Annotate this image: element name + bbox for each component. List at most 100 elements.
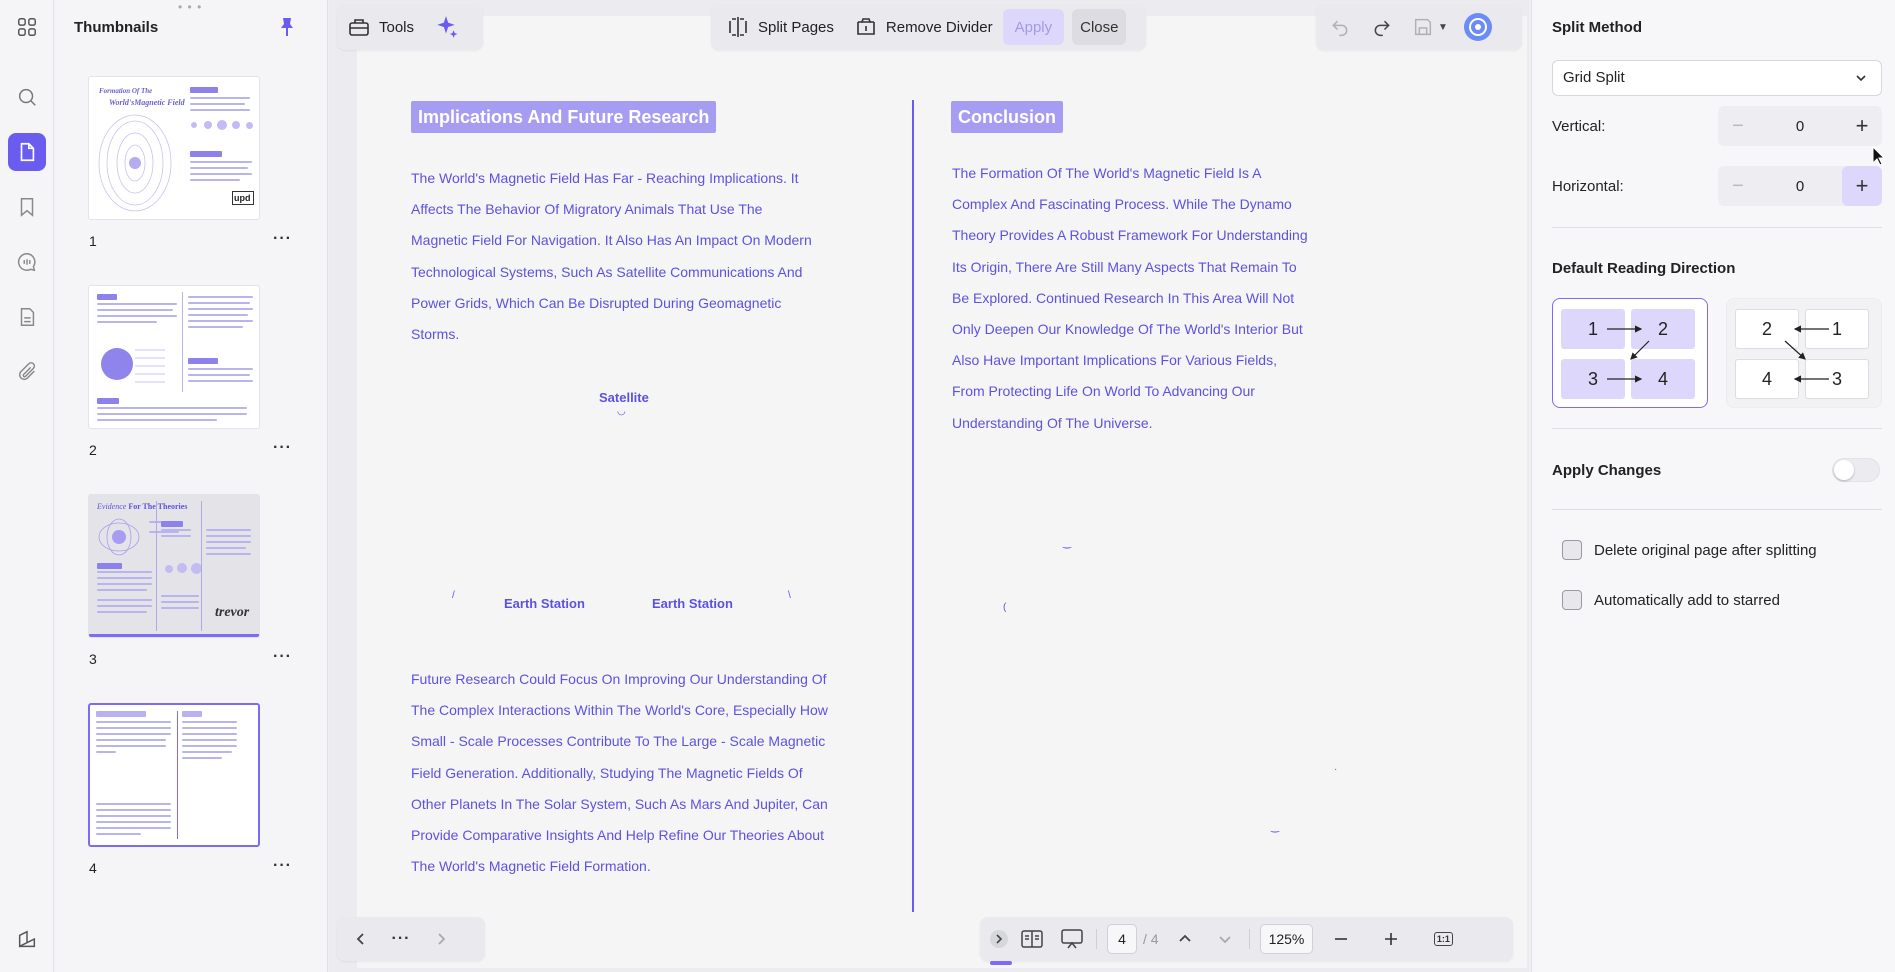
thumbnails-title: Thumbnails: [74, 19, 159, 36]
horizontal-decrement-button[interactable]: −: [1718, 175, 1758, 198]
horizontal-increment-button[interactable]: +: [1842, 166, 1882, 206]
earth-station-label-2: Earth Station: [652, 596, 733, 608]
direction-left-to-right[interactable]: 1 2 3 4: [1552, 298, 1708, 408]
conclusion-paragraph: The Formation Of The World's Magnetic Fi…: [952, 165, 1308, 431]
save-icon[interactable]: ▼: [1408, 11, 1452, 43]
horizontal-value[interactable]: 0: [1796, 178, 1804, 195]
collapse-toggle-icon[interactable]: [986, 919, 1012, 959]
page-icon[interactable]: [8, 133, 46, 171]
thumb-signature: trevor: [215, 605, 250, 620]
page-thumbnail-3[interactable]: Evidence For The Theories trevor: [88, 494, 260, 638]
apply-button[interactable]: Apply: [1002, 9, 1065, 45]
vertical-stepper: − 0 +: [1718, 106, 1882, 146]
split-divider[interactable]: [912, 100, 914, 912]
split-method-select[interactable]: Grid Split: [1552, 60, 1882, 96]
current-page-input[interactable]: 4: [1107, 924, 1137, 954]
ai-sparkle-icon[interactable]: [430, 11, 462, 43]
attachment-icon[interactable]: [8, 353, 46, 391]
thumb-title-a: Evidence: [97, 502, 127, 511]
page-thumbnail-4[interactable]: [88, 703, 260, 847]
speck-mark: ·: [1334, 764, 1338, 775]
add-starred-option[interactable]: Automatically add to starred: [1562, 590, 1780, 610]
reading-direction-heading: Default Reading Direction: [1552, 260, 1736, 277]
thumb-title-b: For The Theories: [128, 502, 188, 511]
assistant-avatar-icon[interactable]: [1462, 11, 1494, 43]
add-starred-checkbox[interactable]: [1562, 590, 1582, 610]
split-toolbar: Split Pages Remove Divider Apply Close: [711, 4, 1146, 50]
horizontal-label: Horizontal:: [1552, 178, 1624, 195]
previous-page-icon[interactable]: [341, 919, 381, 959]
bookmark-icon[interactable]: [8, 188, 46, 226]
search-icon[interactable]: [8, 78, 46, 116]
speck-mark: ‿: [1271, 822, 1280, 833]
left-paragraph-2: Future Research Could Focus On Improving…: [411, 671, 828, 875]
thumb-more-button[interactable]: ···: [273, 857, 292, 875]
vertical-value[interactable]: 0: [1796, 118, 1804, 135]
reading-order-arrows: [1607, 325, 1650, 383]
next-page-icon[interactable]: [421, 919, 461, 959]
left-rail: [0, 0, 54, 972]
vertical-label: Vertical:: [1552, 118, 1606, 135]
earth-diagram: [101, 348, 165, 383]
panel-drag-handle[interactable]: • • •: [178, 0, 202, 14]
presentation-icon[interactable]: [1052, 919, 1092, 959]
scroll-indicator[interactable]: [990, 961, 1012, 965]
diagram-mark: \: [788, 590, 791, 601]
vertical-increment-button[interactable]: +: [1842, 106, 1882, 146]
direction-right-to-left[interactable]: 2 1 4 3: [1726, 298, 1882, 408]
satellite-mark: ◡: [617, 406, 626, 417]
speck-mark: (: [1003, 602, 1007, 613]
delete-original-checkbox[interactable]: [1562, 540, 1582, 560]
zoom-in-icon[interactable]: [1371, 919, 1411, 959]
comment-icon[interactable]: [8, 243, 46, 281]
mouse-cursor-icon: [1872, 146, 1886, 166]
undo-icon[interactable]: [1324, 11, 1356, 43]
split-pages-icon: [729, 17, 747, 37]
apply-changes-label: Apply Changes: [1552, 462, 1662, 479]
remove-divider-icon: [857, 18, 875, 35]
toolbox-icon: [349, 19, 369, 36]
page-layout-icon[interactable]: [1012, 919, 1052, 959]
chevron-down-icon[interactable]: ▼: [1438, 22, 1448, 33]
total-pages: / 4: [1143, 931, 1159, 947]
apply-changes-toggle[interactable]: [1832, 458, 1880, 482]
history-toolbar: ▼: [1316, 4, 1522, 50]
close-button[interactable]: Close: [1072, 9, 1127, 45]
split-pages-label: Split Pages: [758, 18, 834, 36]
thumb-title-b: World'sMagnetic Field: [109, 98, 185, 107]
section-title-implications: Implications And Future Research: [411, 101, 717, 133]
apps-icon[interactable]: [8, 8, 46, 46]
delete-original-option[interactable]: Delete original page after splitting: [1562, 540, 1817, 560]
zoom-out-icon[interactable]: [1321, 919, 1361, 959]
layers-icon[interactable]: [8, 920, 46, 958]
chevron-down-icon[interactable]: [1205, 919, 1245, 959]
thumb-number: 1: [89, 233, 97, 249]
thumb-more-button[interactable]: ···: [273, 648, 292, 666]
zoom-level-field[interactable]: 125%: [1259, 924, 1314, 954]
split-pages-button[interactable]: Split Pages: [716, 9, 844, 45]
page-nav-bar: ···: [337, 917, 485, 961]
more-options-button[interactable]: ···: [381, 919, 421, 959]
pin-icon[interactable]: [277, 16, 297, 38]
vertical-decrement-button[interactable]: −: [1718, 115, 1758, 138]
page-thumbnail-2[interactable]: [88, 285, 260, 429]
speck-mark: ‿: [1063, 538, 1072, 549]
form-icon[interactable]: [8, 298, 46, 336]
remove-divider-label: Remove Divider: [885, 18, 993, 36]
split-method-value: Grid Split: [1563, 69, 1625, 86]
page-thumbnail-1[interactable]: Formation Of The World'sMagnetic Field u…: [88, 76, 260, 220]
thumb-more-button[interactable]: ···: [273, 230, 292, 248]
left-paragraph-1: The World's Magnetic Field Has Far - Rea…: [411, 170, 812, 343]
actual-size-label: 1:1: [1433, 932, 1453, 946]
thumb-title-a: Formation Of The: [99, 87, 153, 95]
view-controls-bar: 4 / 4 125% 1:1: [980, 917, 1513, 961]
chevron-up-icon[interactable]: [1165, 919, 1205, 959]
tools-button[interactable]: Tools: [337, 9, 424, 45]
remove-divider-button[interactable]: Remove Divider: [844, 9, 1003, 45]
redo-icon[interactable]: [1366, 11, 1398, 43]
horizontal-stepper: − 0 +: [1718, 166, 1882, 206]
chevron-down-icon: [1855, 61, 1867, 97]
thumb-more-button[interactable]: ···: [273, 439, 292, 457]
thumb-number: 3: [89, 651, 97, 667]
actual-size-icon[interactable]: 1:1: [1423, 919, 1463, 959]
